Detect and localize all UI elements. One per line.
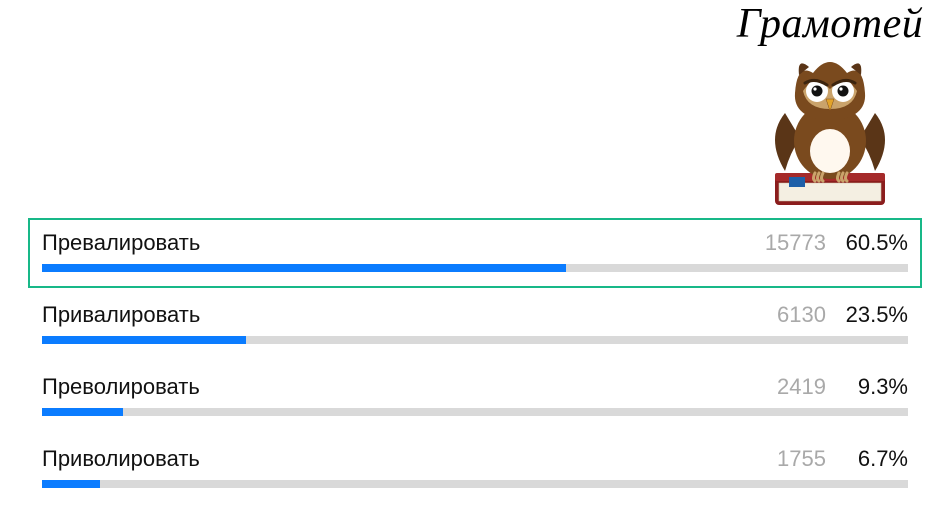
progress-bar-fill [42, 336, 246, 344]
poll-option[interactable]: Преволировать 2419 9.3% [28, 362, 922, 432]
poll-option-percent: 9.3% [844, 374, 908, 400]
progress-bar [42, 336, 908, 344]
poll-option-label: Приволировать [42, 446, 200, 472]
poll-option-stats: 1755 6.7% [777, 446, 908, 472]
progress-bar [42, 408, 908, 416]
poll-option-label: Преволировать [42, 374, 200, 400]
progress-bar-fill [42, 408, 123, 416]
poll-option-label: Привалировать [42, 302, 200, 328]
progress-bar [42, 264, 908, 272]
progress-bar-fill [42, 480, 100, 488]
poll-option-percent: 6.7% [844, 446, 908, 472]
poll-option-count: 15773 [765, 230, 826, 256]
poll-option[interactable]: Привалировать 6130 23.5% [28, 290, 922, 360]
poll-option-row: Преволировать 2419 9.3% [42, 374, 908, 400]
poll-option-stats: 6130 23.5% [777, 302, 908, 328]
poll-option-row: Превалировать 15773 60.5% [42, 230, 908, 256]
poll-option-count: 6130 [777, 302, 826, 328]
poll-option-row: Привалировать 6130 23.5% [42, 302, 908, 328]
poll-option-stats: 15773 60.5% [765, 230, 908, 256]
poll-option-stats: 2419 9.3% [777, 374, 908, 400]
progress-bar [42, 480, 908, 488]
poll-option-count: 1755 [777, 446, 826, 472]
poll-results: Превалировать 15773 60.5% Привалировать … [28, 218, 922, 506]
brand-title: Грамотей [720, 0, 940, 48]
brand-header: Грамотей [720, 0, 940, 218]
owl-on-book-icon [755, 43, 905, 213]
poll-option-row: Приволировать 1755 6.7% [42, 446, 908, 472]
poll-option-count: 2419 [777, 374, 826, 400]
poll-option[interactable]: Превалировать 15773 60.5% [28, 218, 922, 288]
poll-option-label: Превалировать [42, 230, 200, 256]
poll-option-percent: 23.5% [844, 302, 908, 328]
poll-option-percent: 60.5% [844, 230, 908, 256]
poll-option[interactable]: Приволировать 1755 6.7% [28, 434, 922, 504]
progress-bar-fill [42, 264, 566, 272]
